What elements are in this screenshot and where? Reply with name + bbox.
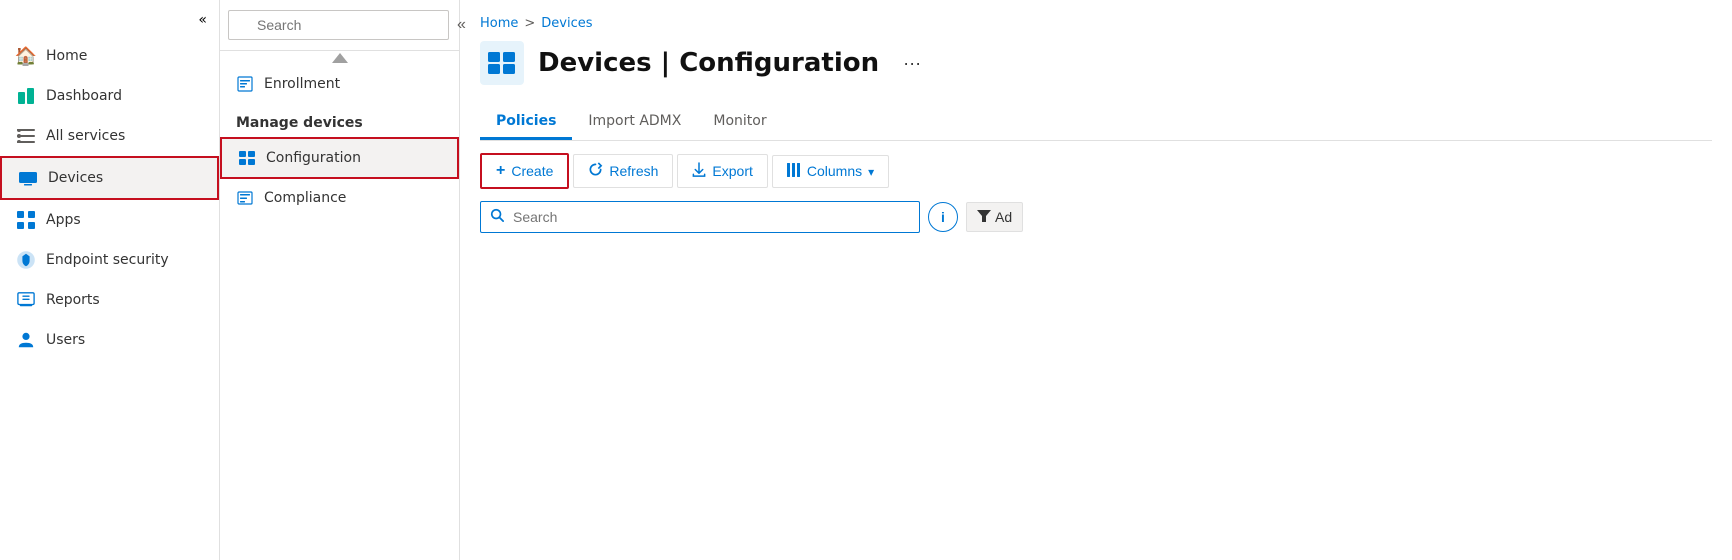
main-content: Home > Devices Devices | Configuration ·… (460, 0, 1732, 560)
sidebar-item-apps[interactable]: Apps (0, 200, 219, 240)
columns-chevron-icon (868, 163, 874, 179)
mid-nav-compliance[interactable]: Compliance (220, 179, 459, 217)
columns-icon (787, 163, 801, 180)
info-icon: i (941, 209, 945, 225)
collapse-icon: « (198, 12, 207, 28)
configuration-icon (238, 149, 256, 167)
compliance-label: Compliance (264, 190, 346, 206)
refresh-icon (588, 162, 603, 180)
sidebar-item-dashboard[interactable]: Dashboard (0, 76, 219, 116)
home-icon: 🏠 (16, 46, 36, 66)
endpoint-icon (16, 250, 36, 270)
tab-policies[interactable]: Policies (480, 105, 572, 140)
sidebar-item-label: All services (46, 128, 125, 144)
tab-monitor[interactable]: Monitor (697, 105, 782, 140)
sidebar-item-label: Devices (48, 170, 103, 186)
sidebar-item-allservices[interactable]: All services (0, 116, 219, 156)
configuration-label: Configuration (266, 150, 361, 166)
sidebar-item-label: Home (46, 48, 87, 64)
mid-panel: 🔍 « Enrollment Manage devices (220, 0, 460, 560)
content-search-icon (490, 208, 504, 226)
tabs-row: Policies Import ADMX Monitor (480, 105, 1712, 141)
page-header: Devices | Configuration ··· (480, 41, 1712, 85)
filter-label: Ad (995, 209, 1012, 225)
breadcrumb-current[interactable]: Devices (541, 16, 592, 31)
mid-search-input[interactable] (228, 10, 449, 40)
users-icon (16, 330, 36, 350)
export-label: Export (712, 163, 752, 179)
filter-icon (977, 209, 991, 225)
sidebar-item-users[interactable]: Users (0, 320, 219, 360)
sidebar-item-label: Reports (46, 292, 100, 308)
content-search-row: i Ad (480, 201, 1712, 233)
columns-button[interactable]: Columns (772, 155, 889, 188)
breadcrumb-home[interactable]: Home (480, 16, 518, 31)
mid-nav-enrollment[interactable]: Enrollment (220, 65, 459, 103)
content-search-input[interactable] (480, 201, 920, 233)
mid-nav-configuration[interactable]: Configuration (220, 137, 459, 179)
allservices-icon (16, 126, 36, 146)
breadcrumb: Home > Devices (480, 16, 1712, 31)
sidebar-item-label: Endpoint security (46, 252, 169, 268)
scroll-up-arrow (332, 53, 348, 63)
dashboard-icon (16, 86, 36, 106)
toolbar: + Create Refresh Export (480, 153, 1712, 189)
info-button[interactable]: i (928, 202, 958, 232)
sidebar-item-devices[interactable]: Devices (0, 156, 219, 200)
export-button[interactable]: Export (677, 154, 767, 188)
content-search-wrapper (480, 201, 920, 233)
sidebar: « 🏠 Home Dashboard All services (0, 0, 220, 560)
refresh-label: Refresh (609, 163, 658, 179)
more-options-button[interactable]: ··· (899, 49, 925, 78)
sidebar-item-endpoint[interactable]: Endpoint security (0, 240, 219, 280)
create-button[interactable]: + Create (480, 153, 569, 189)
create-icon: + (496, 162, 505, 180)
enrollment-icon (236, 75, 254, 93)
sidebar-item-reports[interactable]: Reports (0, 280, 219, 320)
sidebar-item-label: Apps (46, 212, 81, 228)
export-icon (692, 162, 706, 180)
apps-icon (16, 210, 36, 230)
sidebar-collapse-button[interactable]: « (0, 8, 219, 36)
compliance-icon (236, 189, 254, 207)
columns-label: Columns (807, 163, 862, 179)
mid-search-wrapper: 🔍 (228, 10, 449, 40)
create-label: Create (511, 163, 553, 179)
devices-icon (18, 168, 38, 188)
page-title: Devices | Configuration (538, 48, 879, 78)
sidebar-item-label: Users (46, 332, 85, 348)
enrollment-label: Enrollment (264, 76, 340, 92)
mid-scroll-up (220, 51, 459, 65)
sidebar-item-home[interactable]: 🏠 Home (0, 36, 219, 76)
breadcrumb-separator: > (524, 16, 535, 31)
refresh-button[interactable]: Refresh (573, 154, 673, 188)
manage-devices-title: Manage devices (220, 103, 459, 137)
reports-icon (16, 290, 36, 310)
page-header-icon (480, 41, 524, 85)
filter-button[interactable]: Ad (966, 202, 1023, 232)
mid-search-row: 🔍 « (220, 0, 459, 51)
sidebar-item-label: Dashboard (46, 88, 122, 104)
tab-import-admx[interactable]: Import ADMX (572, 105, 697, 140)
